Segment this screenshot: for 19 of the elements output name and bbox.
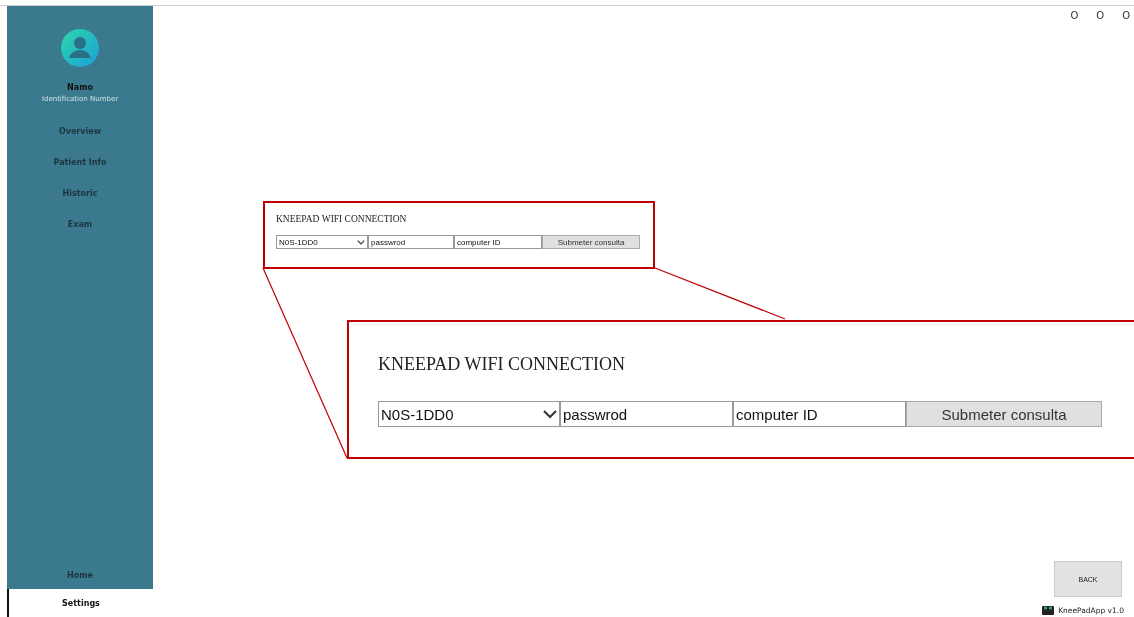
submit-button[interactable]: Submeter consulta bbox=[906, 401, 1102, 427]
network-dropdown[interactable]: N0S-1DD0 bbox=[276, 235, 368, 249]
form-title: KNEEPAD WIFI CONNECTION bbox=[276, 214, 408, 224]
password-field[interactable]: passwrod bbox=[368, 235, 454, 249]
computer-id-field[interactable]: computer ID bbox=[454, 235, 542, 249]
form-title: KNEEPAD WIFI CONNECTION bbox=[378, 354, 626, 375]
submit-button[interactable]: Submeter consulta bbox=[542, 235, 640, 249]
window-control[interactable]: O bbox=[1096, 10, 1105, 21]
window-control[interactable]: O bbox=[1070, 10, 1079, 21]
network-dropdown[interactable]: N0S-1DD0 bbox=[378, 401, 560, 427]
app-logo-icon bbox=[1042, 605, 1055, 615]
nav-item[interactable]: Settings bbox=[7, 589, 153, 617]
computer-id-field[interactable]: computer ID bbox=[733, 401, 906, 427]
chevron-down-icon bbox=[543, 409, 557, 419]
user-name: Namo bbox=[67, 83, 93, 92]
avatar-icon bbox=[61, 29, 99, 67]
window-control[interactable]: O bbox=[1122, 10, 1130, 21]
chevron-down-icon bbox=[357, 239, 365, 245]
password-field[interactable]: passwrod bbox=[560, 401, 733, 427]
